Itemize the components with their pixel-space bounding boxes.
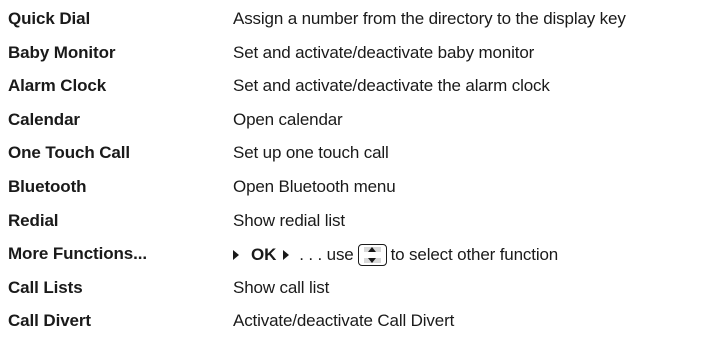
function-row-redial: Redial Show redial list: [8, 205, 708, 239]
ok-key-label: OK: [251, 245, 277, 265]
function-name: Baby Monitor: [8, 42, 116, 62]
instruction-suffix: to select other function: [390, 245, 559, 265]
function-name: Call Divert: [8, 311, 91, 331]
function-description: Set and activate/deactivate the alarm cl…: [233, 76, 550, 96]
function-description: Show redial list: [233, 210, 345, 230]
function-description: Open Bluetooth menu: [233, 176, 396, 196]
function-row-calendar: Calendar Open calendar: [8, 104, 708, 138]
function-description: Open calendar: [233, 109, 343, 129]
step-arrow-icon: [233, 250, 239, 261]
function-table: Quick Dial Assign a number from the dire…: [8, 3, 708, 339]
function-description: Set and activate/deactivate baby monitor: [233, 42, 535, 62]
function-row-alarm-clock: Alarm Clock Set and activate/deactivate …: [8, 70, 708, 104]
up-down-navigation-key-icon: [357, 244, 387, 267]
function-instruction: OK . . . use to select other function: [233, 244, 559, 267]
function-name: Quick Dial: [8, 9, 91, 28]
function-name: Bluetooth: [8, 176, 87, 196]
function-row-quick-dial: Quick Dial Assign a number from the dire…: [8, 3, 708, 37]
instruction-prefix: . . . use: [299, 245, 354, 265]
function-description: Activate/deactivate Call Divert: [233, 311, 455, 331]
function-row-one-touch-call: One Touch Call Set up one touch call: [8, 137, 708, 171]
function-row-more-functions: More Functions... OK . . . use to select…: [8, 238, 708, 272]
function-description: Assign a number from the directory to th…: [233, 9, 626, 28]
step-arrow-icon: [283, 250, 290, 261]
function-name: Calendar: [8, 109, 80, 129]
function-description: Set up one touch call: [233, 143, 389, 163]
function-description: Show call list: [233, 277, 330, 297]
function-row-bluetooth: Bluetooth Open Bluetooth menu: [8, 171, 708, 205]
function-row-call-divert: Call Divert Activate/deactivate Call Div…: [8, 305, 708, 339]
function-name: One Touch Call: [8, 143, 131, 163]
function-row-call-lists: Call Lists Show call list: [8, 272, 708, 306]
function-reference-page: Quick Dial Assign a number from the dire…: [0, 0, 714, 338]
function-name: Alarm Clock: [8, 76, 107, 96]
function-name: Call Lists: [8, 277, 83, 297]
function-row-baby-monitor: Baby Monitor Set and activate/deactivate…: [8, 37, 708, 71]
function-name: More Functions...: [8, 244, 148, 264]
function-name: Redial: [8, 210, 59, 230]
